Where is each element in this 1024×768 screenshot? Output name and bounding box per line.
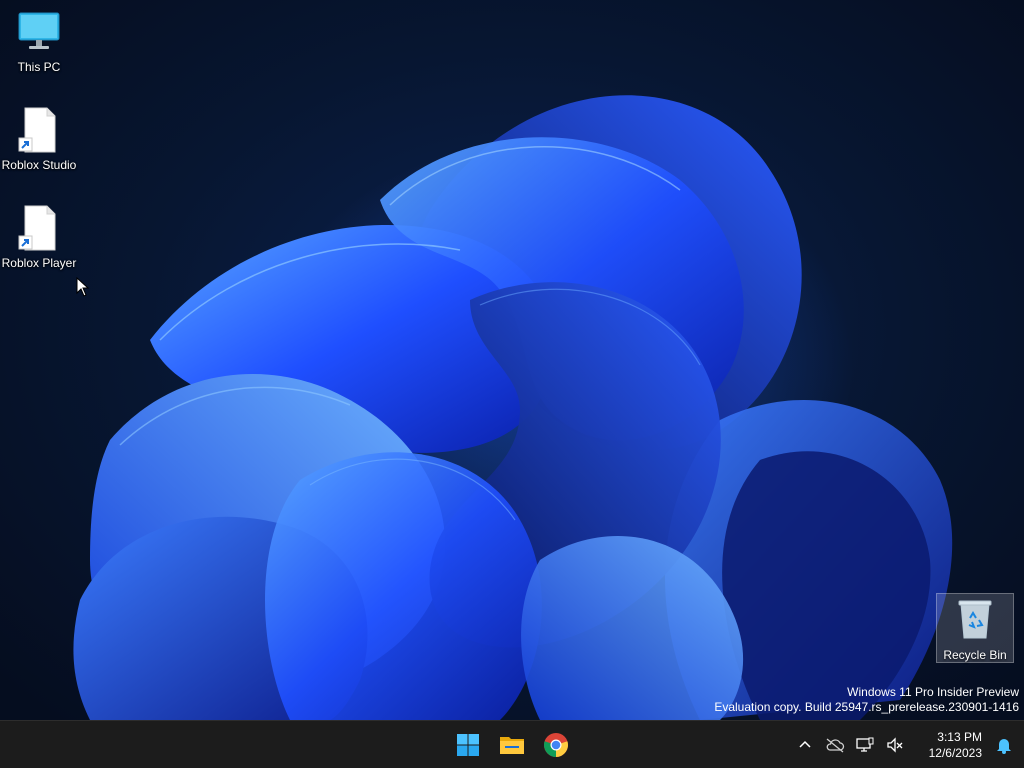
cloud-offline-icon — [826, 737, 845, 753]
bell-icon — [997, 738, 1011, 754]
notifications-button[interactable] — [984, 725, 1024, 765]
evaluation-watermark: Windows 11 Pro Insider Preview Evaluatio… — [714, 685, 1019, 715]
windows-start-icon — [457, 734, 479, 756]
recycle-bin-icon — [955, 598, 995, 644]
desktop-icon-roblox-studio[interactable]: Roblox Studio — [0, 106, 78, 172]
taskbar: 3:13 PM 12/6/2023 — [0, 720, 1024, 768]
show-hidden-icons-button[interactable] — [790, 725, 820, 765]
taskbar-file-explorer[interactable] — [492, 725, 532, 765]
file-shortcut-icon — [15, 204, 63, 252]
monitor-icon — [15, 8, 63, 56]
volume-muted-icon — [887, 736, 903, 753]
watermark-line-1: Windows 11 Pro Insider Preview — [847, 685, 1019, 699]
system-tray: 3:13 PM 12/6/2023 — [790, 721, 1024, 768]
volume-button[interactable] — [880, 725, 910, 765]
taskbar-apps — [448, 725, 576, 765]
desktop-icon-label: Roblox Player — [1, 256, 77, 270]
network-icon — [856, 737, 874, 752]
file-shortcut-icon — [15, 106, 63, 154]
desktop: This PC Roblox Studio Roblox Player Recy… — [0, 0, 1024, 720]
desktop-icon-roblox-player[interactable]: Roblox Player — [0, 204, 78, 270]
mouse-cursor-icon — [76, 277, 90, 297]
desktop-icon-label: This PC — [17, 60, 61, 74]
start-button[interactable] — [448, 725, 488, 765]
clock-time: 3:13 PM — [937, 729, 982, 744]
folder-icon — [500, 737, 524, 754]
taskbar-chrome[interactable] — [536, 725, 576, 765]
watermark-line-2: Evaluation copy. Build 25947.rs_prerelea… — [714, 700, 1019, 714]
desktop-icon-recycle-bin[interactable]: Recycle Bin — [936, 593, 1014, 663]
recycle-bin-label: Recycle Bin — [943, 648, 1007, 662]
wallpaper-bloom — [73, 95, 953, 720]
network-button[interactable] — [850, 725, 880, 765]
desktop-icon-label: Roblox Studio — [1, 158, 77, 172]
desktop-icon-this-pc[interactable]: This PC — [0, 8, 78, 74]
onedrive-button[interactable] — [820, 725, 850, 765]
clock-date: 12/6/2023 — [928, 745, 982, 760]
chevron-up-icon — [799, 740, 811, 748]
taskbar-clock[interactable]: 3:13 PM 12/6/2023 — [910, 725, 984, 765]
chrome-icon — [544, 733, 568, 757]
